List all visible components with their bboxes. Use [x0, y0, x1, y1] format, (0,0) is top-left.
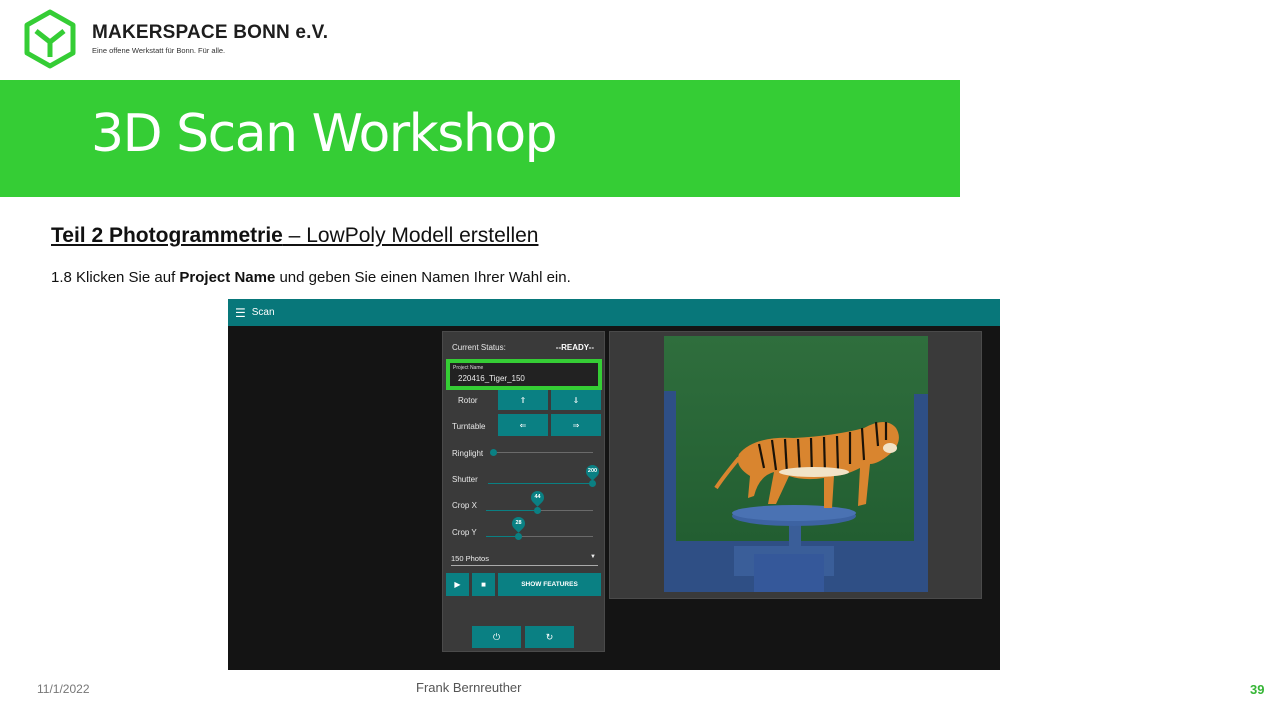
turntable-label: Turntable [452, 422, 486, 431]
slide-subtitle: Teil 2 Photogrammetrie – LowPoly Modell … [51, 224, 538, 248]
status-value: --READY-- [555, 343, 594, 352]
cropx-fill [486, 510, 536, 511]
project-name-input[interactable]: 220416_Tiger_150 [458, 374, 525, 383]
brand-name: MAKERSPACE BONN e.V. [92, 22, 329, 43]
chevron-down-icon: ▼ [590, 554, 596, 560]
rotor-label: Rotor [458, 396, 478, 405]
instruction-bold: Project Name [179, 269, 276, 286]
ringlight-track [494, 452, 593, 453]
turntable-right-button[interactable]: ⇒ [551, 414, 601, 436]
shutter-track [488, 483, 593, 484]
footer-date: 11/1/2022 [37, 682, 90, 696]
app-title: Scan [251, 307, 275, 318]
cropy-value-bubble: 28 [509, 514, 528, 533]
page-number: 39 [1250, 682, 1265, 697]
subtitle-rest: – LowPoly Modell erstellen [282, 224, 539, 247]
brand: MAKERSPACE BONN e.V. Eine offene Werksta… [92, 22, 328, 55]
control-panel: Current Status: --READY-- Project Name 2… [442, 331, 605, 652]
instruction-pre: 1.8 Klicken Sie auf [51, 269, 180, 286]
tiger-figurine-photo [664, 336, 928, 592]
cropy-value: 28 [515, 520, 522, 526]
rotor-down-button[interactable]: ⇓ [551, 390, 601, 410]
instruction-post: und geben Sie einen Namen Ihrer Wahl ein… [275, 269, 571, 286]
cropx-label: Crop X [452, 501, 477, 510]
project-name-label: Project Name [453, 365, 484, 371]
photos-select[interactable]: 150 Photos ▼ [451, 554, 598, 566]
show-features-button[interactable]: SHOW FEATURES [498, 573, 601, 596]
shutter-value-bubble: 200 [583, 462, 602, 481]
brand-tagline: Eine offene Werkstatt für Bonn. Für alle… [92, 46, 226, 55]
cropy-label: Crop Y [452, 528, 477, 537]
slide-title: 3D Scan Workshop [91, 104, 558, 164]
shutter-value: 200 [587, 468, 598, 474]
hamburger-menu-icon[interactable]: ☰ [235, 307, 246, 319]
rotor-up-button[interactable]: ⇑ [498, 390, 548, 410]
app-toolbar: ☰ Scan [228, 299, 1000, 326]
turntable-left-button[interactable]: ⇐ [498, 414, 548, 436]
photos-select-value: 150 Photos [451, 554, 489, 563]
cropx-slider[interactable] [534, 507, 541, 514]
camera-preview [609, 331, 982, 599]
cropx-value: 44 [534, 494, 541, 500]
ringlight-label: Ringlight [452, 449, 484, 458]
project-name-field[interactable]: Project Name 220416_Tiger_150 [446, 359, 602, 390]
scan-app-screenshot: ☰ Scan Current Status: --READY-- Project… [228, 299, 1000, 670]
cropy-slider[interactable] [515, 533, 522, 540]
instruction-text: 1.8 Klicken Sie auf Project Name und geb… [51, 269, 571, 286]
makerspace-logo-icon [24, 9, 76, 69]
stop-button[interactable]: ■ [472, 573, 495, 596]
play-button[interactable]: ▶ [446, 573, 469, 596]
refresh-button[interactable]: ↻ [525, 626, 574, 648]
subtitle-part: Teil 2 Photogrammetrie [51, 224, 283, 247]
cropy-fill [486, 536, 518, 537]
status-label: Current Status: [452, 343, 506, 352]
footer-author: Frank Bernreuther [416, 680, 522, 695]
cropx-value-bubble: 44 [528, 488, 547, 507]
shutter-slider[interactable] [589, 480, 596, 487]
shutter-label: Shutter [452, 475, 478, 484]
ringlight-slider[interactable] [490, 449, 497, 456]
power-button[interactable]: ⏻ [472, 626, 521, 648]
title-band: 3D Scan Workshop [0, 80, 960, 197]
